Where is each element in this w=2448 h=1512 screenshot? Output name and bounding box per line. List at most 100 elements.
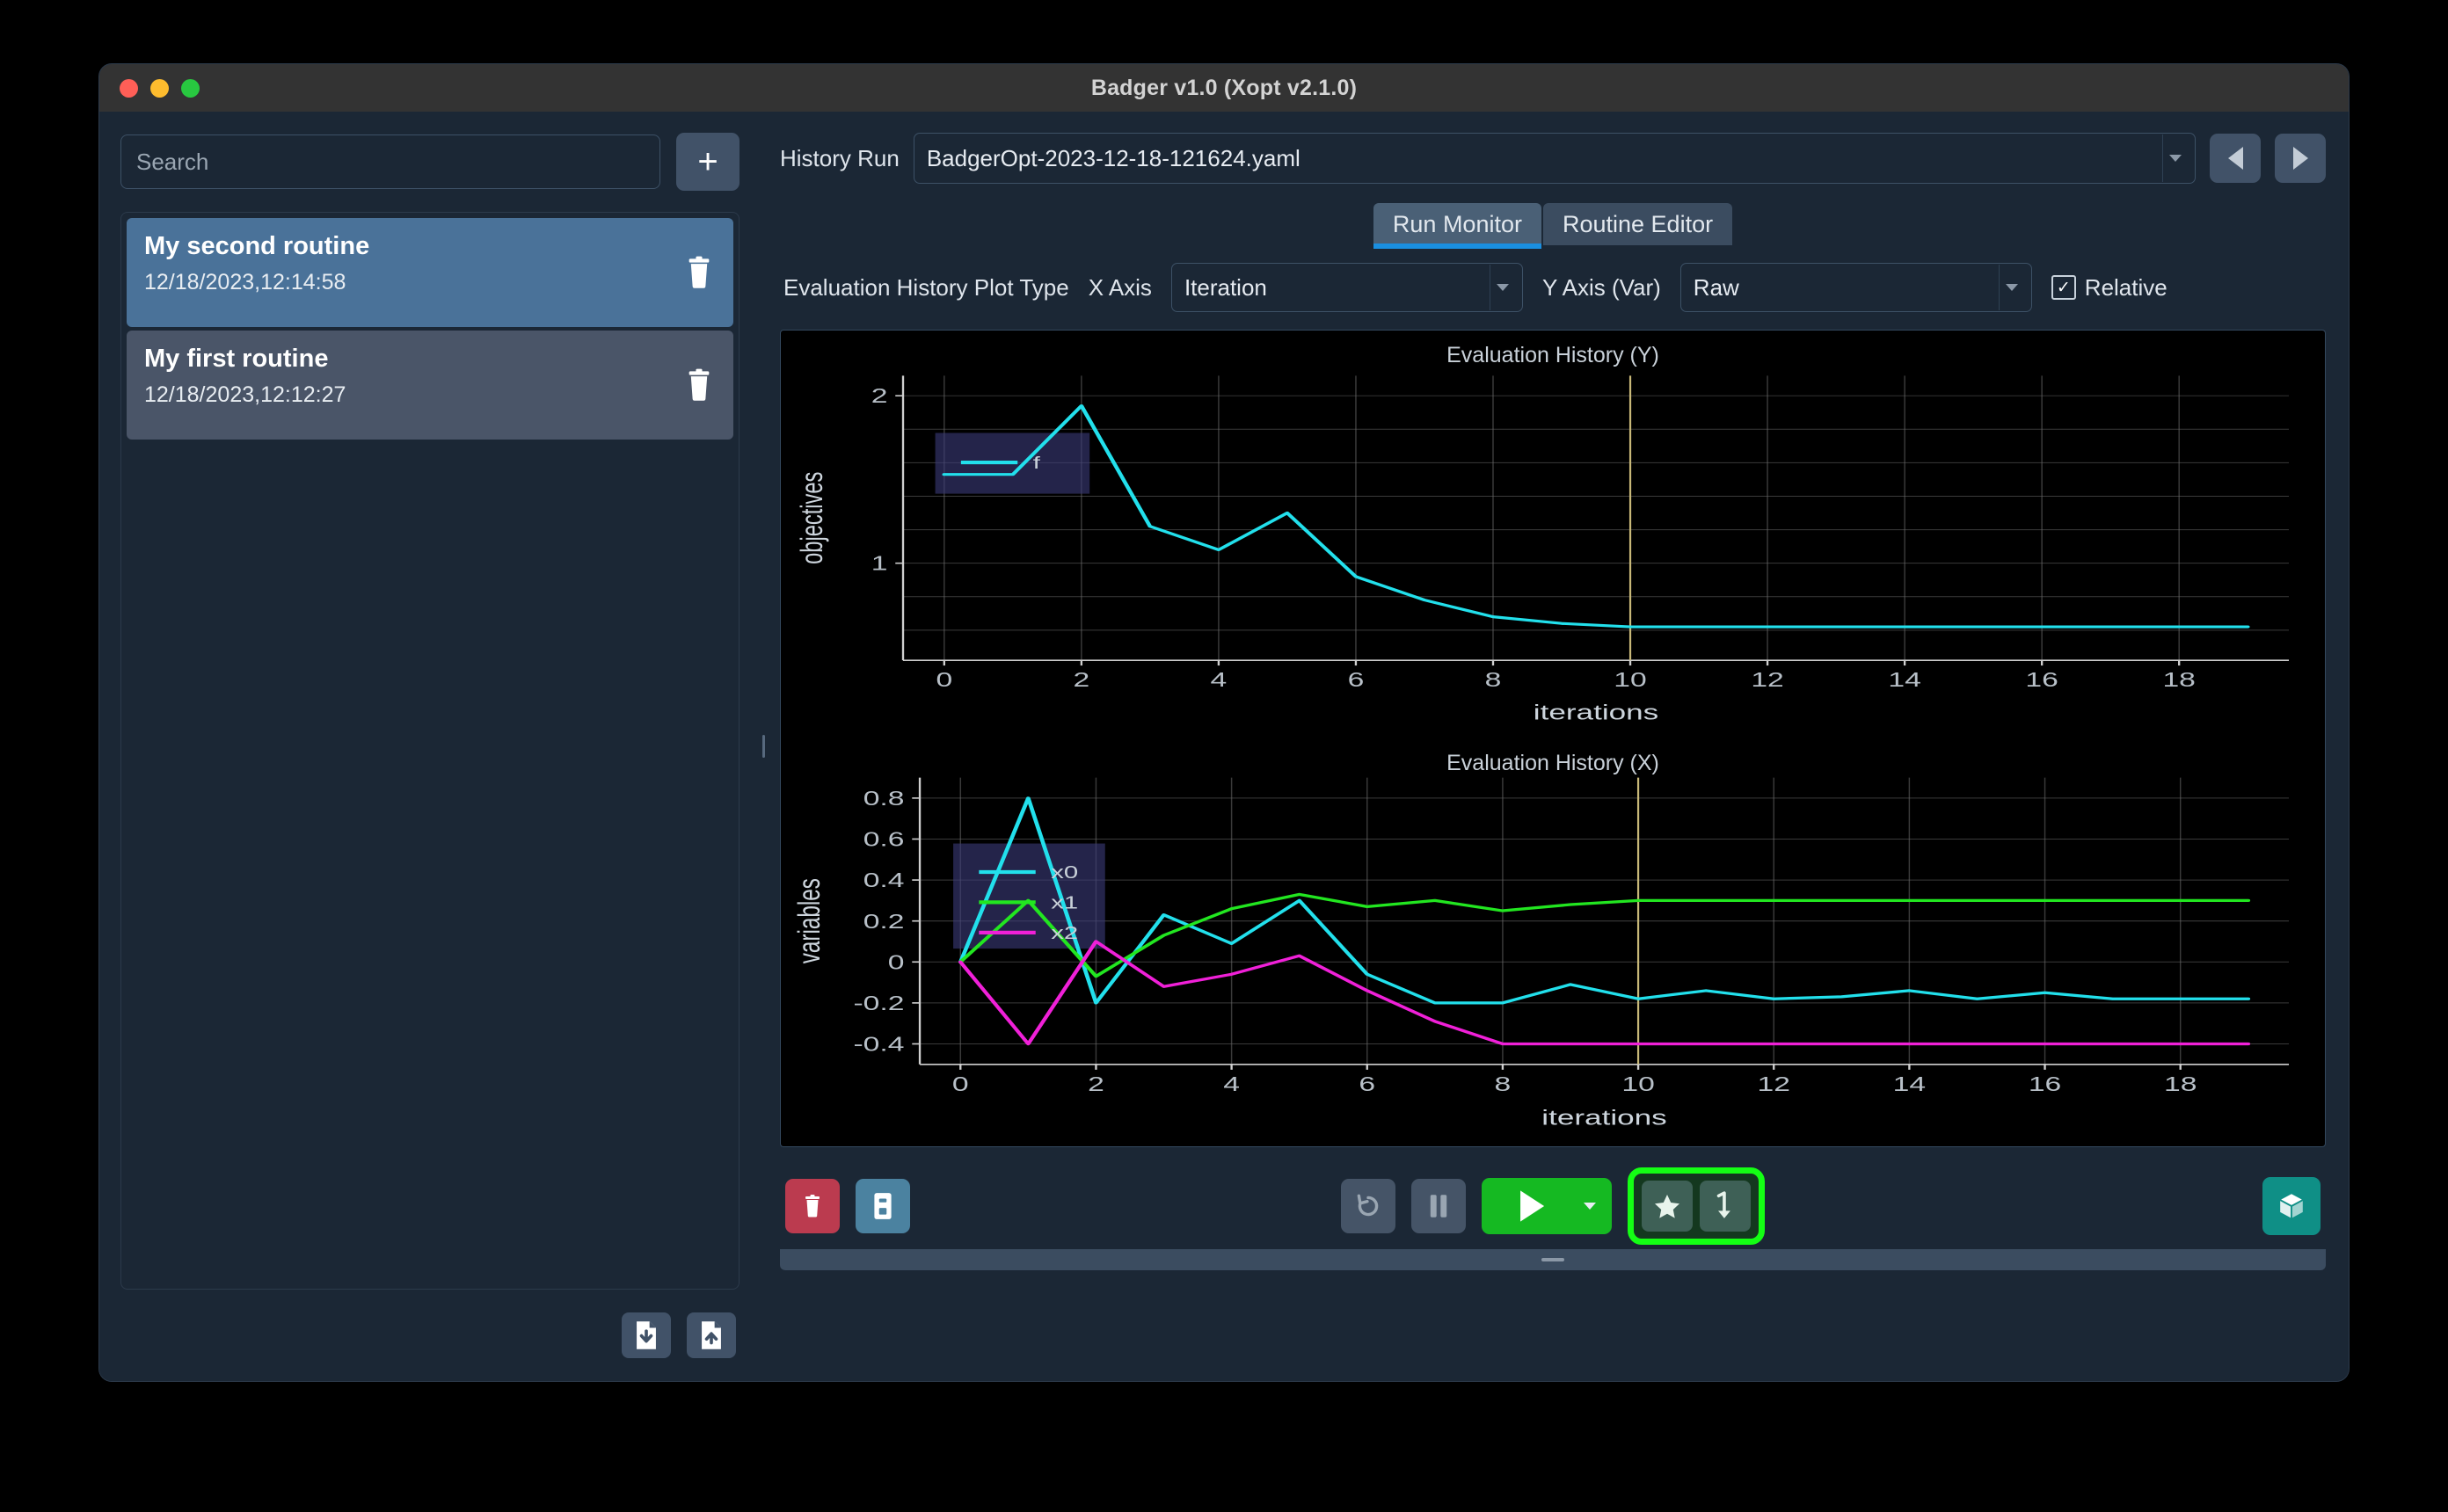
y-axis-select[interactable]: Raw (1679, 263, 2032, 312)
list-item[interactable]: My second routine 12/18/2023,12:14:58 (127, 218, 733, 327)
tab-run-monitor[interactable]: Run Monitor (1373, 203, 1542, 249)
plot-type-label: Evaluation History Plot Type (783, 273, 1069, 301)
sidebar-actions (120, 1290, 740, 1381)
previous-run-button[interactable] (2210, 134, 2261, 183)
svg-text:6: 6 (1348, 669, 1365, 691)
checkmark-icon: ✓ (2051, 275, 2076, 300)
svg-text:12: 12 (1751, 669, 1783, 691)
routine-timestamp: 12/18/2023,12:12:27 (144, 382, 346, 407)
evaluation-history-plots: Evaluation History (Y) 0 2 4 6 8 10 12 14 16 18 1 2… (780, 330, 2326, 1147)
svg-text:12: 12 (1758, 1073, 1790, 1096)
svg-text:4: 4 (1223, 1073, 1240, 1096)
pause-button[interactable] (1411, 1179, 1466, 1233)
x-axis-label: X Axis (1088, 273, 1152, 301)
reset-button[interactable] (1341, 1179, 1395, 1233)
svg-text:18: 18 (2162, 669, 2195, 691)
maximize-window-button[interactable] (181, 78, 200, 98)
delete-routine-icon[interactable] (684, 368, 714, 402)
titlebar: Badger v1.0 (Xopt v2.1.0) (99, 64, 2349, 112)
svg-text:0: 0 (952, 1073, 969, 1096)
svg-text:10: 10 (1614, 669, 1646, 691)
jump-down-icon (1716, 1191, 1730, 1218)
sidebar-search-row: + (120, 133, 740, 191)
add-routine-button[interactable]: + (676, 133, 740, 191)
svg-text:0.2: 0.2 (863, 911, 905, 934)
extension-button[interactable] (2262, 1177, 2320, 1235)
svg-text:-0.2: -0.2 (853, 992, 904, 1015)
svg-text:0.4: 0.4 (863, 869, 905, 892)
toolbar-center-group (1341, 1167, 1765, 1245)
import-routine-button[interactable] (622, 1312, 671, 1358)
routine-name: My first routine (144, 345, 329, 373)
next-run-button[interactable] (2275, 134, 2326, 183)
svg-text:objectives: objectives (795, 472, 829, 564)
history-run-select[interactable]: BadgerOpt-2023-12-18-121624.yaml (913, 133, 2196, 184)
import-routine-icon (637, 1321, 656, 1349)
routine-sidebar: + My second routine 12/18/2023,12:14:58 … (99, 112, 759, 1381)
svg-text:-0.4: -0.4 (853, 1033, 904, 1056)
svg-text:0.8: 0.8 (863, 788, 905, 811)
traffic-lights (120, 78, 200, 98)
trash-icon (805, 1195, 820, 1218)
jump-to-optimal-button[interactable] (1700, 1181, 1751, 1232)
svg-text:2: 2 (871, 385, 888, 407)
delete-run-button[interactable] (785, 1179, 840, 1233)
window-body: + My second routine 12/18/2023,12:14:58 … (99, 112, 2349, 1381)
list-item[interactable]: My first routine 12/18/2023,12:12:27 (127, 331, 733, 440)
relative-label: Relative (2084, 273, 2168, 301)
svg-text:1: 1 (871, 553, 888, 575)
optimal-actions-group (1628, 1167, 1765, 1245)
svg-text:16: 16 (2029, 1073, 2061, 1096)
chart-evaluation-history-x: Evaluation History (X) 0 2 4 6 8 10 12 14 16 18 -0… (781, 738, 2325, 1146)
routine-name: My second routine (144, 232, 370, 260)
app-window: Badger v1.0 (Xopt v2.1.0) + My second ro… (99, 64, 2349, 1381)
bottom-drawer-handle[interactable] (780, 1249, 2326, 1270)
drawer-grip (1541, 1258, 1564, 1261)
routine-list[interactable]: My second routine 12/18/2023,12:14:58 My… (120, 212, 740, 1290)
pause-icon (1430, 1195, 1447, 1218)
svg-text:4: 4 (1211, 669, 1228, 691)
next-run-icon (2292, 147, 2308, 170)
set-optimal-button[interactable] (1642, 1181, 1693, 1232)
run-toolbar (780, 1163, 2326, 1249)
chevron-down-icon[interactable] (1489, 265, 1515, 310)
delete-routine-icon[interactable] (684, 256, 714, 289)
play-icon (1520, 1190, 1545, 1222)
close-window-button[interactable] (120, 78, 138, 98)
svg-text:iterations: iterations (1541, 1107, 1666, 1130)
svg-text:0.6: 0.6 (863, 828, 905, 851)
chevron-down-icon[interactable] (1584, 1203, 1596, 1210)
svg-text:8: 8 (1495, 1073, 1512, 1096)
history-run-label: History Run (780, 144, 900, 171)
relative-checkbox[interactable]: ✓ Relative (2051, 274, 2168, 302)
svg-text:x1: x1 (1051, 893, 1078, 913)
svg-text:0: 0 (936, 669, 952, 691)
tab-routine-editor[interactable]: Routine Editor (1542, 203, 1733, 245)
svg-text:6: 6 (1359, 1073, 1375, 1096)
search-input[interactable] (120, 134, 660, 189)
export-routine-button[interactable] (687, 1312, 736, 1358)
svg-text:8: 8 (1485, 669, 1502, 691)
svg-text:2: 2 (1074, 669, 1090, 691)
run-button[interactable] (1482, 1178, 1612, 1234)
svg-text:14: 14 (1893, 1073, 1926, 1096)
minimize-window-button[interactable] (150, 78, 169, 98)
chart-canvas-x[interactable]: 0 2 4 6 8 10 12 14 16 18 -0.4 -0.2 0 0.2 0.4 0.6 0.8 iter… (781, 738, 2325, 1146)
chevron-down-icon[interactable] (1998, 265, 2024, 310)
svg-text:2: 2 (1088, 1073, 1104, 1096)
main-panel: History Run BadgerOpt-2023-12-18-121624.… (768, 112, 2349, 1381)
chart-evaluation-history-y: Evaluation History (Y) 0 2 4 6 8 10 12 14 16 18 1 2… (781, 331, 2325, 738)
logbook-button[interactable] (856, 1179, 910, 1233)
panel-splitter[interactable] (759, 112, 768, 1381)
chart-canvas-y[interactable]: 0 2 4 6 8 10 12 14 16 1812iterationsobjectivesf (781, 331, 2325, 738)
y-axis-value: Raw (1693, 273, 1739, 301)
history-run-value: BadgerOpt-2023-12-18-121624.yaml (926, 144, 1300, 171)
svg-text:0: 0 (888, 951, 905, 974)
x-axis-select[interactable]: Iteration (1170, 263, 1523, 312)
history-run-row: History Run BadgerOpt-2023-12-18-121624.… (780, 133, 2326, 184)
chevron-down-icon[interactable] (2162, 134, 2188, 182)
plot-controls: Evaluation History Plot Type X Axis Iter… (780, 263, 2326, 312)
star-icon (1655, 1195, 1679, 1218)
export-routine-icon (702, 1321, 721, 1349)
splitter-handle[interactable] (761, 735, 765, 758)
